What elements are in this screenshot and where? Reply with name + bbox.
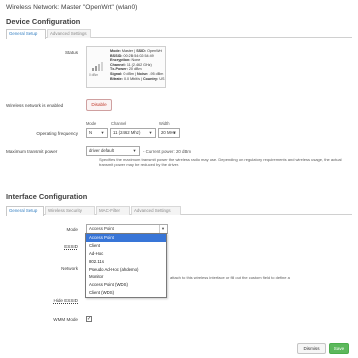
device-config-title: Device Configuration (6, 17, 81, 26)
dropdown-option-client[interactable]: Client (86, 242, 166, 250)
wmm-checkbox[interactable]: ✓ (86, 316, 92, 322)
page-title: Wireless Network: Master "OpenWrt" (wlan… (6, 4, 138, 11)
dropdown-option-pseudo-ad-hoc[interactable]: Pseudo Ad-Hoc (ahdemo) (86, 266, 166, 274)
save-button[interactable]: Save (329, 343, 349, 354)
dropdown-option-monitor[interactable]: Monitor (86, 273, 166, 281)
txpower-select[interactable]: driver default ▾ (86, 146, 140, 156)
tab-general-setup[interactable]: General Setup (6, 206, 44, 216)
status-box: 0 dBm Mode: Master | SSID: OpenWrt BSSID… (86, 46, 166, 88)
network-label: Network (61, 266, 78, 271)
tab-general-setup[interactable]: General Setup (6, 29, 46, 39)
chevron-down-icon: ▾ (159, 225, 166, 233)
freq-channel-caption: Channel (111, 121, 127, 126)
status-label: Status (64, 50, 78, 55)
dismiss-button[interactable]: Dismiss (297, 343, 326, 354)
txpower-help: Specifies the maximum transmit power the… (99, 157, 342, 168)
chevron-down-icon: ▾ (133, 148, 136, 153)
mode-dropdown-list: Access Point Client Ad-Hoc 802.11s Pseud… (85, 233, 167, 299)
dropdown-option-80211s[interactable]: 802.11s (86, 258, 166, 266)
signal-icon (92, 62, 103, 71)
chevron-down-icon: ▾ (149, 130, 152, 135)
dropdown-option-client-wds[interactable]: Client (WDS) (86, 289, 166, 297)
enabled-label: Wireless network is enabled (6, 103, 64, 108)
network-help: attach to this wireless interface or fil… (170, 275, 290, 280)
tab-advanced-settings[interactable]: Advanced Settings (131, 206, 181, 215)
current-power: - Current power: 20 dBm (143, 149, 192, 154)
wmm-label: WMM Mode (53, 317, 78, 322)
essid-label: ESSID (64, 244, 78, 249)
interface-config-title: Interface Configuration (6, 192, 88, 201)
tab-wireless-security[interactable]: Wireless Security (45, 206, 95, 215)
tab-mac-filter[interactable]: MAC-Filter (96, 206, 130, 215)
dropdown-option-access-point[interactable]: Access Point (86, 234, 166, 242)
mode-select[interactable]: N ▾ (86, 128, 108, 138)
status-details: Mode: Master | SSID: OpenWrt BSSID: 00:2… (110, 49, 165, 81)
device-config-tabs: General Setup Advanced Settings (6, 29, 352, 39)
hide-essid-label: Hide ESSID (53, 298, 78, 303)
dropdown-option-access-point-wds[interactable]: Access Point (WDS) (86, 281, 166, 289)
txpower-label: Maximum transmit power (6, 149, 58, 154)
width-select[interactable]: 20 MHz ▾ (158, 128, 180, 138)
freq-label: Operating frequency (36, 131, 78, 136)
interface-config-tabs: General Setup Wireless Security MAC-Filt… (6, 206, 352, 216)
chevron-down-icon: ▾ (173, 130, 176, 135)
signal-caption: 0 dBm (89, 73, 99, 77)
channel-select[interactable]: 11 (2462 Mhz) ▾ (110, 128, 156, 138)
tab-advanced-settings[interactable]: Advanced Settings (47, 29, 91, 38)
chevron-down-icon: ▾ (101, 130, 104, 135)
dropdown-option-ad-hoc[interactable]: Ad-Hoc (86, 250, 166, 258)
freq-mode-caption: Mode (86, 121, 97, 126)
freq-width-caption: Width (159, 121, 170, 126)
disable-button[interactable]: Disable (86, 99, 112, 111)
mode-label: Mode (66, 227, 79, 232)
